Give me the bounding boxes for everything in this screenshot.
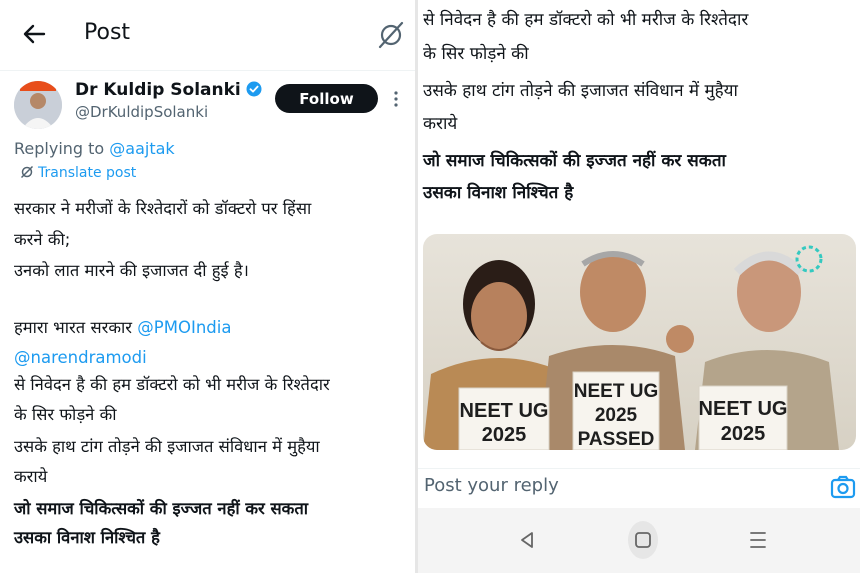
tweet-bold-line: उसका विनाश निश्चित है [423,183,574,203]
sign-text: PASSED [578,429,655,450]
tweet-text: हमारा भारत सरकार [14,318,138,337]
author-handle[interactable]: @DrKuldipSolanki [75,103,208,121]
translate-label[interactable]: Translate post [38,165,136,181]
tweet-bold-line: उसका विनाश निश्चित है [14,528,160,547]
system-nav-bar [418,508,860,573]
tweet-line: कराये [423,114,458,134]
back-arrow-icon[interactable] [18,18,50,50]
tweet-bold-line: जो समाज चिकित्सकों की इज्जत नहीं कर सकता [14,499,309,518]
translate-icon [20,165,34,179]
replying-to: Replying to @aajtak [14,139,175,158]
sign-text: 2025 [595,405,638,426]
translate-post-link[interactable]: Translate post [20,165,136,181]
tweet-line: करने की; [14,230,71,249]
post-image-illustration: NEET UG 2025 NEET UG 2025 PASSED NEET UG… [423,245,839,450]
sign-text: NEET UG [574,381,658,402]
tweet-line: सरकार ने मरीजों के रिश्तेदारों को डॉक्टर… [14,199,312,218]
sign-text: NEET UG [699,398,788,420]
grok-slash-icon[interactable] [376,20,406,50]
sign-text: NEET UG [460,400,549,422]
tweet-line: से निवेदन है की हम डॉक्टरो को भी मरीज के… [14,375,330,394]
sign-text: 2025 [482,424,527,446]
more-icon[interactable] [393,90,399,108]
post-image[interactable]: NEET UG 2025 NEET UG 2025 PASSED NEET UG… [423,234,856,450]
nav-back-icon[interactable] [508,520,548,560]
replying-prefix: Replying to [14,139,110,158]
tweet-line: उसके हाथ टांग तोड़ने की इजाजत संविधान मे… [14,437,320,456]
avatar[interactable] [14,81,62,129]
tweet-line: से निवेदन है की हम डॉक्टरो को भी मरीज के… [423,10,749,30]
post-panel-left: Post Dr Kuldip Solanki @DrKuldipSolanki … [0,0,415,573]
post-panel-right: से निवेदन है की हम डॉक्टरो को भी मरीज के… [418,0,860,573]
reply-input[interactable]: Post your reply [424,475,559,496]
author-name-text[interactable]: Dr Kuldip Solanki [75,80,241,100]
tweet-bold-line: जो समाज चिकित्सकों की इज्जत नहीं कर सकता [423,151,726,171]
sign-text: 2025 [721,423,766,445]
tweet-line: कराये [14,467,48,486]
verified-icon [246,81,262,97]
tweet-line: के सिर फोड़ने की [14,405,117,424]
nav-menu-icon[interactable] [738,520,778,560]
post-header: Post [0,0,415,71]
mention-link[interactable]: @narendramodi [14,348,147,367]
tweet-line: हमारा भारत सरकार @PMOIndia [14,312,231,343]
replying-mention-link[interactable]: @aajtak [109,139,174,158]
reply-composer[interactable]: Post your reply [418,468,860,509]
follow-button[interactable]: Follow [275,84,378,113]
nav-home-icon[interactable] [623,520,663,560]
page-title: Post [84,20,131,45]
tweet-line: के सिर फोड़ने की [423,44,529,64]
camera-icon[interactable] [830,474,856,500]
tweet-line: उसके हाथ टांग तोड़ने की इजाजत संविधान मे… [423,81,738,101]
author-name[interactable]: Dr Kuldip Solanki [75,80,262,100]
mention-link[interactable]: @PMOIndia [137,318,231,337]
tweet-line: उनको लात मारने की इजाजत दी हुई है। [14,261,249,280]
